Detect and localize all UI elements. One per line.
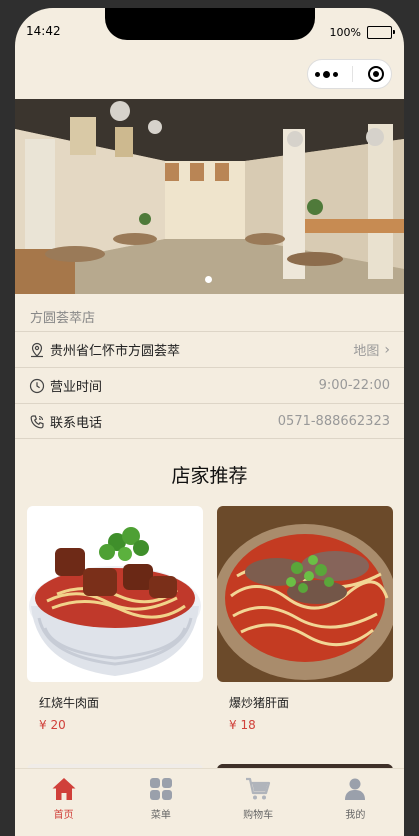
bottom-tab-bar: 首页 菜单 购物车 我的	[15, 768, 404, 836]
location-pin-icon	[29, 342, 45, 358]
product-card[interactable]: 红烧牛肉面 ¥ 20	[27, 506, 203, 751]
carousel-indicator-dot[interactable]	[205, 276, 212, 283]
tab-profile[interactable]: 我的	[307, 769, 404, 836]
capsule-divider	[352, 66, 354, 82]
status-time: 14:42	[26, 24, 61, 38]
business-hours-row: 营业时间 9:00-22:00	[15, 367, 404, 403]
restaurant-interior-image	[15, 99, 404, 294]
home-icon	[52, 778, 76, 800]
tab-label: 购物车	[243, 810, 274, 821]
tab-label: 菜单	[150, 810, 171, 821]
divider	[15, 438, 404, 439]
tab-menu[interactable]: 菜单	[112, 769, 209, 836]
user-icon	[345, 778, 366, 800]
grid-icon	[149, 778, 172, 800]
clock-icon	[29, 378, 45, 394]
beef-noodle-image	[27, 506, 203, 682]
product-card[interactable]: 爆炒猪肝面 ¥ 18	[217, 506, 393, 751]
tab-home[interactable]: 首页	[15, 769, 112, 836]
product-price: ¥ 20	[39, 718, 66, 732]
product-price: ¥ 18	[229, 718, 256, 732]
store-banner-carousel[interactable]	[15, 99, 404, 294]
store-address: 贵州省仁怀市方圆荟萃	[50, 344, 181, 359]
tab-label: 我的	[345, 810, 366, 821]
chevron-right-icon: ›	[384, 341, 390, 358]
tab-cart[interactable]: 购物车	[210, 769, 307, 836]
battery-icon	[367, 26, 395, 39]
section-title-recommend: 店家推荐	[171, 465, 248, 487]
battery-percent: 100%	[329, 26, 361, 39]
tab-label: 首页	[53, 810, 74, 821]
product-name: 红烧牛肉面	[39, 696, 100, 710]
store-name: 方圆荟萃店	[30, 311, 96, 326]
phone-icon	[29, 414, 45, 430]
mini-program-capsule	[307, 59, 392, 89]
target-icon[interactable]	[367, 66, 384, 82]
address-row[interactable]: 贵州省仁怀市方圆荟萃 地图 ›	[15, 331, 404, 367]
phone-screen: 14:42 100% 方圆荟萃店 贵州省仁怀市方圆荟萃 地图 › 营业时间 9:…	[15, 8, 404, 836]
phone-row[interactable]: 联系电话 0571-888662323	[15, 403, 404, 439]
pork-liver-noodle-image	[217, 506, 393, 682]
battery-status: 100%	[329, 26, 395, 39]
more-dots-icon[interactable]	[315, 70, 339, 78]
hours-value: 9:00-22:00	[318, 378, 390, 393]
map-link[interactable]: 地图	[353, 340, 379, 359]
phone-label: 联系电话	[50, 416, 103, 431]
hours-label: 营业时间	[50, 380, 103, 395]
product-name: 爆炒猪肝面	[229, 696, 290, 710]
phone-number[interactable]: 0571-888662323	[278, 414, 390, 429]
cart-icon	[246, 777, 271, 800]
device-notch	[105, 8, 315, 40]
